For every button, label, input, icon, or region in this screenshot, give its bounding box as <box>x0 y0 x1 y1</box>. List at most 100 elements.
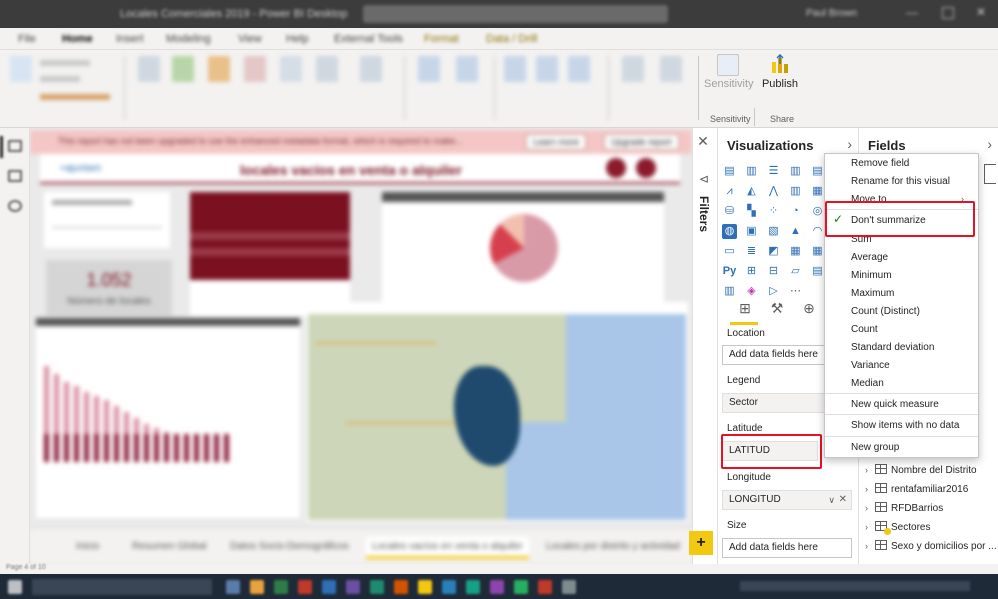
menu-new-quick-measure[interactable]: New quick measure <box>851 399 939 410</box>
pie-chart-icon[interactable]: ◔ <box>788 204 803 219</box>
system-tray[interactable] <box>740 581 970 591</box>
map-icon[interactable]: ◍ <box>722 224 737 239</box>
remove-field-icon[interactable]: ✕ <box>839 491 847 509</box>
field-table-sexo-domicilios[interactable]: › Sexo y domicilios por ... <box>865 540 997 556</box>
taskbar-app-icon[interactable] <box>394 580 408 594</box>
field-table-nombre-distrito[interactable]: › Nombre del Distrito <box>865 464 977 480</box>
report-canvas[interactable]: This report has not been upgraded to use… <box>30 128 692 564</box>
more-visuals-ellipsis-icon[interactable]: ⋯ <box>788 284 803 299</box>
powerbi-taskbar-icon[interactable] <box>418 580 432 594</box>
refresh-icon[interactable] <box>456 56 478 82</box>
matrix-icon[interactable]: ▦ <box>810 244 825 259</box>
tab-view[interactable]: View <box>238 33 262 45</box>
page-tab-locales-vacios[interactable]: Locales vacíos en venta o alquiler <box>366 537 529 559</box>
minimize-icon[interactable] <box>906 13 918 14</box>
taskbar-app-icon[interactable] <box>466 580 480 594</box>
page-tab-socio[interactable]: Datos Socio-Demográficos <box>230 541 349 552</box>
map-visual[interactable] <box>306 302 688 522</box>
menu-rename-for-visual[interactable]: Rename for this visual <box>851 176 950 187</box>
search-box[interactable] <box>363 5 668 23</box>
windows-start-icon[interactable] <box>8 580 22 594</box>
menu-variance[interactable]: Variance <box>851 360 890 371</box>
field-table-sectores[interactable]: › Sectores <box>865 521 930 537</box>
field-table-rentafamiliar[interactable]: › rentafamiliar2016 <box>865 483 968 499</box>
menu-standard-deviation[interactable]: Standard deviation <box>851 342 934 353</box>
expand-arrow-icon[interactable]: › <box>865 503 875 513</box>
menu-remove-field[interactable]: Remove field <box>851 158 909 169</box>
clustered-bar-icon[interactable]: ☰ <box>766 164 781 179</box>
decomposition-tree-icon[interactable]: ⊟ <box>766 264 781 279</box>
menu-maximum[interactable]: Maximum <box>851 288 894 299</box>
close-icon[interactable]: ✕ <box>696 134 710 148</box>
taskbar-app-icon[interactable] <box>370 580 384 594</box>
filters-pane-collapsed[interactable] <box>692 128 717 564</box>
tab-data-drill[interactable]: Data / Drill <box>486 33 537 45</box>
new-measure-icon[interactable] <box>622 56 644 82</box>
close-window-icon[interactable]: ✕ <box>976 5 988 19</box>
line-chart-icon[interactable]: ⩘ <box>722 184 737 199</box>
slicer-card[interactable] <box>44 192 170 248</box>
longitude-well[interactable]: LONGITUD ∨ ✕ <box>722 490 852 510</box>
menu-median[interactable]: Median <box>851 378 884 389</box>
page-tab-resumen[interactable]: Resumen Global <box>132 541 206 552</box>
menu-count-distinct[interactable]: Count (Distinct) <box>851 306 920 317</box>
dataverse-icon[interactable] <box>316 56 338 82</box>
taskbar-app-icon[interactable] <box>298 580 312 594</box>
size-well[interactable]: Add data fields here <box>722 538 852 558</box>
waterfall-icon[interactable]: ▚ <box>744 204 759 219</box>
tab-file[interactable]: File <box>18 33 36 45</box>
get-data-icon[interactable] <box>138 56 160 82</box>
menu-count[interactable]: Count <box>851 324 878 335</box>
learn-more-button[interactable]: Learn more <box>526 134 587 150</box>
taskbar-app-icon[interactable] <box>322 580 336 594</box>
gauge-icon[interactable]: ◠ <box>810 224 825 239</box>
python-visual-icon[interactable]: Py <box>722 264 737 279</box>
taskbar-app-icon[interactable] <box>226 580 240 594</box>
filters-label[interactable]: Filters <box>697 196 711 232</box>
more-visuals-icon[interactable] <box>568 56 590 82</box>
fields-search-input[interactable] <box>984 164 996 184</box>
fields-chevron-icon[interactable]: › <box>987 136 992 152</box>
publish-button[interactable]: Publish <box>760 53 800 90</box>
expand-arrow-icon[interactable]: › <box>865 541 875 551</box>
qa-icon[interactable]: ▱ <box>788 264 803 279</box>
stacked-area-icon[interactable]: ⋀ <box>766 184 781 199</box>
page-tab-locales-distrito[interactable]: Locales por distrito y actividad <box>546 541 680 552</box>
maximize-icon[interactable] <box>942 7 954 19</box>
scatter-icon[interactable]: ⁘ <box>766 204 781 219</box>
tab-external-tools[interactable]: External Tools <box>334 33 403 45</box>
key-influencers-icon[interactable]: ⊞ <box>744 264 759 279</box>
menu-show-items-no-data[interactable]: Show items with no data <box>851 420 959 431</box>
smart-narrative-icon[interactable]: ▤ <box>810 264 825 279</box>
model-view-icon[interactable] <box>8 200 22 212</box>
field-table-rfdbarrios[interactable]: › RFDBarrios <box>865 502 943 518</box>
power-automate-icon[interactable]: ▷ <box>766 284 781 299</box>
taskbar-app-icon[interactable] <box>250 580 264 594</box>
ribbon-chart-icon[interactable]: ⛁ <box>722 204 737 219</box>
expand-arrow-icon[interactable]: › <box>865 465 875 475</box>
fields-wells-icon[interactable]: ⊞ <box>734 300 756 320</box>
taskbar-app-icon[interactable] <box>346 580 360 594</box>
add-page-button[interactable]: + <box>689 531 713 555</box>
excel-icon[interactable] <box>172 56 194 82</box>
recent-sources-icon[interactable] <box>360 56 382 82</box>
transform-data-icon[interactable] <box>418 56 440 82</box>
stacked-column-icon[interactable]: ▥ <box>744 164 759 179</box>
upgrade-report-button[interactable]: Upgrade report <box>604 134 679 150</box>
menu-new-group[interactable]: New group <box>851 442 899 453</box>
chevron-right-icon[interactable]: › <box>847 136 852 152</box>
menu-average[interactable]: Average <box>851 252 888 263</box>
analytics-magnifier-icon[interactable]: ⊕ <box>798 300 820 320</box>
data-view-icon[interactable] <box>8 170 22 182</box>
stacked-bar-icon[interactable]: ▤ <box>722 164 737 179</box>
taskbar-search[interactable] <box>32 579 212 595</box>
format-paintbrush-icon[interactable]: ⚒ <box>766 300 788 320</box>
area-chart-icon[interactable]: ◭ <box>744 184 759 199</box>
tab-insert[interactable]: Insert <box>116 33 144 45</box>
taskbar-app-icon[interactable] <box>490 580 504 594</box>
taskbar-app-icon[interactable] <box>562 580 576 594</box>
enter-data-icon[interactable] <box>280 56 302 82</box>
tab-home[interactable]: Home <box>62 33 93 45</box>
new-visual-icon[interactable] <box>504 56 526 82</box>
paginated-icon[interactable]: ▥ <box>722 284 737 299</box>
